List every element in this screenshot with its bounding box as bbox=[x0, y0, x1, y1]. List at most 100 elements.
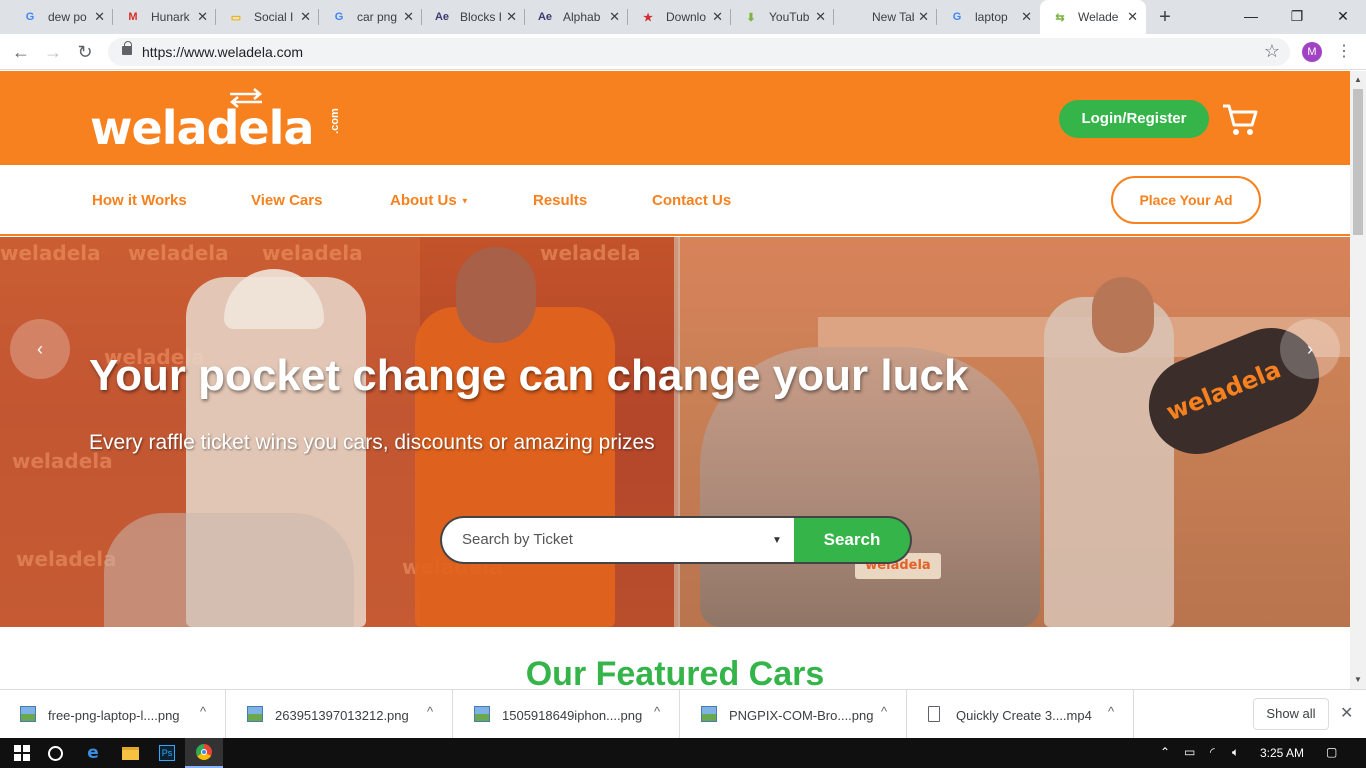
page-viewport: weladela .com Login/Register How it Work… bbox=[0, 71, 1350, 689]
weladela-arrows-icon: ⇆ bbox=[1055, 11, 1065, 24]
featured-cars-heading: Our Featured Cars bbox=[525, 655, 825, 689]
tab-close-icon[interactable]: ✕ bbox=[197, 9, 208, 25]
tab-title: dew po bbox=[48, 10, 87, 24]
chevron-up-icon[interactable]: ^ bbox=[200, 704, 206, 719]
chevron-up-icon[interactable]: ^ bbox=[427, 704, 433, 719]
download-filename: free-png-laptop-l....png bbox=[48, 708, 180, 723]
action-center-icon[interactable]: ▢ bbox=[1326, 745, 1337, 759]
tab-close-icon[interactable]: ✕ bbox=[918, 9, 929, 25]
chrome-taskbar-icon[interactable] bbox=[185, 738, 223, 768]
volume-icon[interactable]: 🔈︎ bbox=[1232, 745, 1239, 760]
browser-tab[interactable]: ⇆ Welade ✕ bbox=[1040, 0, 1146, 34]
edge-browser-icon[interactable]: e bbox=[74, 738, 112, 768]
browser-tab[interactable]: Ae Alphab ✕ bbox=[525, 0, 628, 34]
forward-icon[interactable]: → bbox=[42, 41, 64, 63]
nav-about-us[interactable]: About Us ▼ bbox=[390, 192, 469, 209]
scroll-down-icon[interactable]: ▼ bbox=[1354, 675, 1362, 684]
raffle-ticket-drum bbox=[104, 513, 354, 627]
tab-close-icon[interactable]: ✕ bbox=[1127, 9, 1138, 25]
show-all-downloads-button[interactable]: Show all bbox=[1253, 698, 1329, 730]
caret-down-icon: ▼ bbox=[460, 196, 469, 206]
scrollbar-thumb[interactable] bbox=[1353, 89, 1363, 235]
tab-title: Hunark bbox=[151, 10, 190, 24]
gmail-icon: M bbox=[128, 11, 138, 23]
image-file-icon bbox=[701, 706, 717, 722]
tab-close-icon[interactable]: ✕ bbox=[815, 9, 826, 25]
watermark-logo: weladela bbox=[16, 547, 117, 571]
browser-menu-icon[interactable]: ⋮ bbox=[1336, 42, 1352, 62]
page-scrollbar[interactable]: ▲ ▼ bbox=[1350, 71, 1366, 689]
image-file-icon bbox=[474, 706, 490, 722]
chevron-up-icon[interactable]: ^ bbox=[1108, 704, 1114, 719]
nav-contact-us[interactable]: Contact Us bbox=[652, 192, 731, 209]
reload-icon[interactable]: ↻ bbox=[74, 41, 96, 63]
nav-how-it-works[interactable]: How it Works bbox=[92, 192, 187, 209]
browser-tab[interactable]: ⬇ YouTub ✕ bbox=[731, 0, 834, 34]
tab-close-icon[interactable]: ✕ bbox=[94, 9, 105, 25]
tab-close-icon[interactable]: ✕ bbox=[403, 9, 414, 25]
logo-wordmark: weladela bbox=[90, 101, 314, 155]
tab-close-icon[interactable]: ✕ bbox=[1021, 9, 1032, 25]
download-icon: ⬇ bbox=[746, 11, 756, 24]
cortana-search-icon[interactable] bbox=[36, 738, 74, 768]
tab-title: laptop bbox=[975, 10, 1008, 24]
watermark-logo: weladela bbox=[540, 241, 641, 265]
maximize-button[interactable]: ❐ bbox=[1274, 0, 1320, 34]
taskbar-clock[interactable]: 3:25 AM bbox=[1260, 746, 1304, 760]
nav-results[interactable]: Results bbox=[533, 192, 587, 209]
google-icon: G bbox=[952, 11, 962, 23]
place-your-ad-button[interactable]: Place Your Ad bbox=[1111, 176, 1261, 224]
back-icon[interactable]: ← bbox=[10, 41, 32, 63]
login-register-button[interactable]: Login/Register bbox=[1059, 100, 1209, 138]
video-file-icon bbox=[928, 706, 940, 722]
browser-tab[interactable]: ★ Downlo ✕ bbox=[628, 0, 731, 34]
tab-title: Downlo bbox=[666, 10, 707, 24]
scroll-up-icon[interactable]: ▲ bbox=[1354, 75, 1362, 84]
file-explorer-icon[interactable] bbox=[111, 738, 149, 768]
battery-icon[interactable]: ▭ bbox=[1184, 745, 1195, 759]
download-item[interactable]: free-png-laptop-l....png ^ bbox=[0, 690, 226, 738]
profile-avatar[interactable]: M bbox=[1302, 42, 1322, 62]
tab-close-icon[interactable]: ✕ bbox=[609, 9, 620, 25]
chevron-up-icon[interactable]: ^ bbox=[881, 704, 887, 719]
new-tab-button[interactable]: + bbox=[1154, 6, 1176, 28]
ticket-search-select[interactable]: Search by Ticket ▼ bbox=[440, 516, 800, 564]
tab-close-icon[interactable]: ✕ bbox=[712, 9, 723, 25]
image-file-icon bbox=[247, 706, 263, 722]
blank-favicon-icon bbox=[846, 9, 862, 25]
browser-tab[interactable]: Gcar png ✕ bbox=[319, 0, 422, 34]
browser-tab[interactable]: ▭ Social I ✕ bbox=[216, 0, 319, 34]
watermark-logo: weladela bbox=[262, 241, 363, 265]
browser-tab[interactable]: Ae Blocks I ✕ bbox=[422, 0, 525, 34]
tab-close-icon[interactable]: ✕ bbox=[300, 9, 311, 25]
ticket-search: Search by Ticket ▼ Search bbox=[440, 516, 912, 564]
carousel-prev-button[interactable]: ‹ bbox=[10, 319, 70, 379]
browser-tab[interactable]: M Hunark ✕ bbox=[113, 0, 216, 34]
chevron-up-icon[interactable]: ^ bbox=[654, 704, 660, 719]
ae-icon: Ae bbox=[434, 11, 450, 23]
download-item[interactable]: 263951397013212.png ^ bbox=[227, 690, 453, 738]
browser-tab[interactable]: New Tab ✕ bbox=[834, 0, 937, 34]
search-button[interactable]: Search bbox=[794, 516, 912, 564]
tray-chevron-icon[interactable]: ⌃ bbox=[1160, 745, 1170, 759]
wifi-icon[interactable]: ◜ bbox=[1210, 745, 1215, 759]
window-close-button[interactable]: ✕ bbox=[1320, 0, 1366, 34]
nav-view-cars[interactable]: View Cars bbox=[251, 192, 322, 209]
download-item[interactable]: PNGPIX-COM-Bro....png ^ bbox=[681, 690, 907, 738]
weladela-logo[interactable]: weladela .com bbox=[90, 87, 341, 155]
shopping-cart-icon[interactable] bbox=[1222, 103, 1258, 137]
download-item[interactable]: Quickly Create 3....mp4 ^ bbox=[908, 690, 1134, 738]
close-download-bar-icon[interactable]: ✕ bbox=[1340, 703, 1353, 723]
bookmark-star-icon[interactable]: ☆ bbox=[1264, 41, 1280, 62]
url-text[interactable]: https://www.weladela.com bbox=[142, 44, 303, 60]
browser-tab[interactable]: Glaptop ✕ bbox=[937, 0, 1040, 34]
site-header: weladela .com Login/Register bbox=[0, 71, 1350, 165]
address-bar[interactable]: https://www.weladela.com ☆ bbox=[108, 38, 1290, 66]
browser-tab[interactable]: Gdew po ✕ bbox=[10, 0, 113, 34]
google-icon: G bbox=[334, 11, 344, 23]
minimize-button[interactable]: — bbox=[1228, 0, 1274, 34]
photoshop-icon[interactable]: Ps bbox=[148, 738, 186, 768]
download-item[interactable]: 1505918649iphon....png ^ bbox=[454, 690, 680, 738]
carousel-next-button[interactable]: › bbox=[1280, 319, 1340, 379]
tab-close-icon[interactable]: ✕ bbox=[506, 9, 517, 25]
